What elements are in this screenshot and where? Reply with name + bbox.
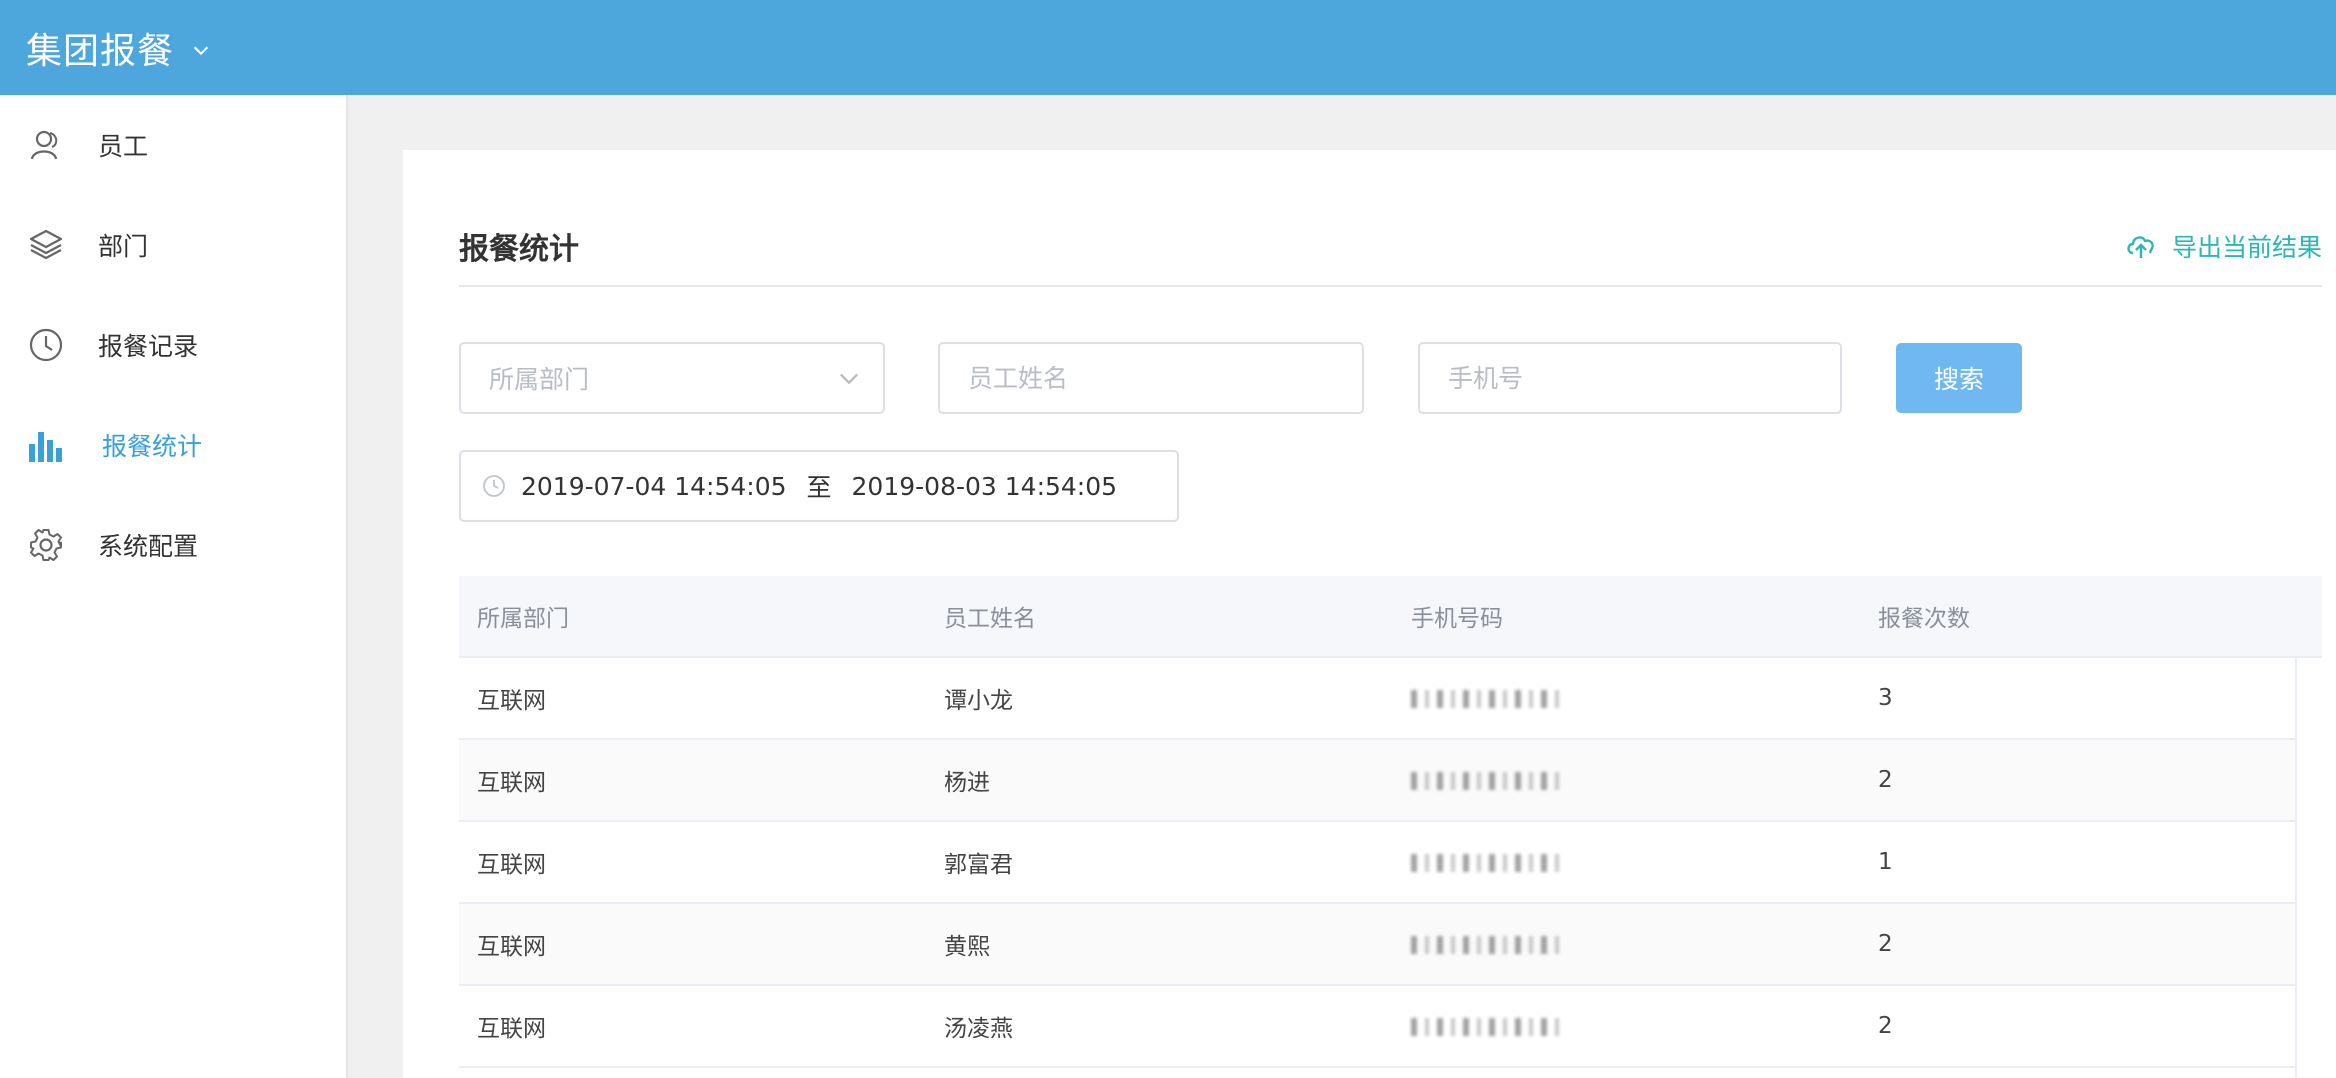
stats-table: 所属部门 员工姓名 手机号码 报餐次数 互联网 谭小龙 3 互联网 杨进 2 互… [459,576,2322,1078]
sidebar-item-system-config[interactable]: 系统配置 [0,495,346,595]
employee-name-field[interactable] [938,342,1364,414]
bar-chart-icon [26,425,66,465]
cell-count: 2 [1878,931,1893,957]
employee-name-input[interactable] [968,344,1362,412]
table-header: 所属部门 员工姓名 手机号码 报餐次数 [459,576,2322,658]
department-select[interactable]: 所属部门 [459,342,885,414]
sidebar-item-label: 报餐记录 [98,332,199,361]
table-row[interactable]: 互联网 谭小龙 3 [459,658,2295,740]
clock-icon [483,475,505,497]
column-header-phone: 手机号码 [1411,606,1503,632]
cell-phone-redacted [1393,767,1860,793]
cell-department: 互联网 [477,688,546,714]
sidebar-item-meal-stats[interactable]: 报餐统计 [0,395,346,495]
column-header-name: 员工姓名 [944,606,1036,632]
department-select-placeholder: 所属部门 [489,365,590,394]
sidebar-item-meal-records[interactable]: 报餐记录 [0,295,346,395]
cell-phone-redacted [1393,931,1860,957]
cell-department: 互联网 [477,934,546,960]
cell-name: 杨进 [944,770,990,796]
table-row[interactable]: 互联网 汤凌燕 2 [459,986,2295,1068]
cell-count: 2 [1878,1013,1893,1039]
redacted-phone [1411,689,1561,708]
main-panel: 报餐统计 导出当前结果 所属部门 搜索 2019-07-04 14:54:05 … [403,150,2336,1078]
date-separator: 至 [806,473,832,502]
redacted-phone [1411,1017,1561,1036]
redacted-phone [1411,853,1561,872]
redacted-phone [1411,935,1561,954]
table-body: 互联网 谭小龙 3 互联网 杨进 2 互联网 郭富君 1 互联网 黄熙 2 互联… [459,658,2322,1068]
top-bar: 集团报餐 [0,0,2336,95]
cell-name: 汤凌燕 [944,1016,1013,1042]
cell-count: 1 [1878,849,1893,875]
table-row[interactable]: 互联网 黄熙 2 [459,904,2295,986]
sidebar-item-departments[interactable]: 部门 [0,195,346,295]
divider [459,285,2322,287]
cell-name: 黄熙 [944,934,990,960]
cell-phone-redacted [1393,849,1860,875]
sidebar: 员工 部门 报餐记录 报餐统计 系统配置 [0,95,348,1078]
cell-count: 2 [1878,767,1893,793]
table-row[interactable]: 互联网 郭富君 1 [459,822,2295,904]
phone-input[interactable] [1448,344,1840,412]
sidebar-item-label: 部门 [98,232,149,261]
sidebar-item-employees[interactable]: 员工 [0,95,346,195]
sidebar-item-label: 员工 [98,132,149,161]
cell-department: 互联网 [477,770,546,796]
cell-name: 郭富君 [944,852,1013,878]
cloud-upload-icon [2127,236,2154,258]
cell-count: 3 [1878,685,1893,711]
search-button[interactable]: 搜索 [1896,343,2022,413]
cell-department: 互联网 [477,852,546,878]
sidebar-item-label: 报餐统计 [102,432,203,461]
chevron-down-icon [840,373,858,385]
cell-phone-redacted [1393,1013,1860,1039]
date-start[interactable]: 2019-07-04 14:54:05 [521,472,787,501]
redacted-phone [1411,771,1561,790]
sidebar-item-label: 系统配置 [98,532,199,561]
user-icon [26,125,66,165]
table-row[interactable]: 互联网 杨进 2 [459,740,2295,822]
cell-phone-redacted [1393,685,1860,711]
export-label: 导出当前结果 [2171,233,2322,262]
app-title[interactable]: 集团报餐 [26,22,174,74]
layers-icon [26,225,66,265]
chevron-down-icon[interactable] [190,39,212,61]
gear-icon [26,525,66,565]
page-title: 报餐统计 [459,232,579,267]
phone-field[interactable] [1418,342,1842,414]
export-button[interactable]: 导出当前结果 [2124,228,2322,264]
column-header-count: 报餐次数 [1878,606,1970,632]
table-scrollbar[interactable] [2295,658,2322,1078]
clock-icon [26,325,66,365]
date-range-picker[interactable]: 2019-07-04 14:54:05 至 2019-08-03 14:54:0… [459,450,1179,522]
cell-department: 互联网 [477,1016,546,1042]
cell-name: 谭小龙 [944,688,1013,714]
date-end[interactable]: 2019-08-03 14:54:05 [852,472,1118,501]
column-header-department: 所属部门 [477,606,569,632]
